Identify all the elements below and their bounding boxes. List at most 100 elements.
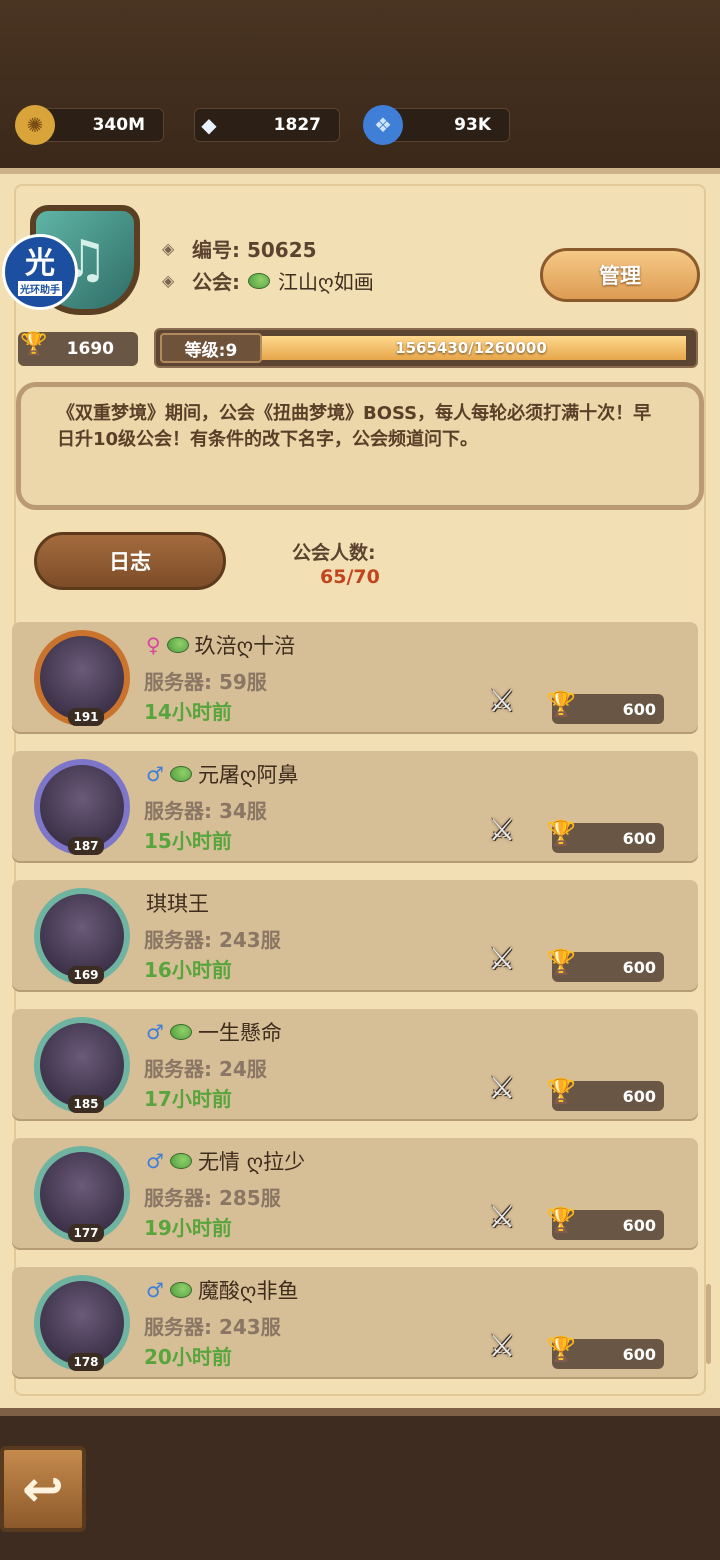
- member-score-value: 600: [622, 699, 656, 719]
- leaf-icon: [169, 1153, 192, 1169]
- guild-name: 江山ღ如画: [278, 270, 374, 294]
- member-trophy-score: 🏆 600: [546, 1077, 664, 1111]
- crossed-swords-icon: ⚔: [488, 813, 516, 848]
- member-name: 琪琪王: [146, 892, 209, 916]
- exp-text: 1565430/1260000: [395, 339, 547, 357]
- member-avatar[interactable]: 177: [34, 1146, 130, 1242]
- member-trophy-score: 🏆 600: [546, 1206, 664, 1240]
- log-button[interactable]: 日志: [34, 532, 226, 590]
- guild-name-prefix: 公会:: [192, 270, 240, 294]
- member-server: 服务器: 243服: [144, 928, 281, 952]
- bottom-bar: [0, 1408, 720, 1560]
- crossed-swords-icon: ⚔: [488, 1200, 516, 1235]
- member-name-line: ♀ 玖涪ღ十涪: [146, 630, 295, 660]
- watermark-big: 光: [25, 245, 55, 281]
- leaf-icon: [169, 766, 192, 782]
- top-bar: [0, 0, 720, 170]
- crystal-value: 93K: [454, 115, 491, 135]
- level-label: 等级:9: [160, 333, 262, 363]
- member-last-online: 14小时前: [144, 700, 232, 724]
- member-last-online: 17小时前: [144, 1087, 232, 1111]
- member-avatar[interactable]: 169: [34, 888, 130, 984]
- member-level: 191: [68, 708, 104, 726]
- member-server: 服务器: 34服: [144, 799, 267, 823]
- manage-button[interactable]: 管理: [540, 248, 700, 302]
- member-last-online: 15小时前: [144, 829, 232, 853]
- trophy-icon: 🏆: [546, 819, 576, 847]
- member-level: 178: [68, 1353, 104, 1371]
- guild-notice: 《双重梦境》期间，公会《扭曲梦境》BOSS，每人每轮必须打满十次！早日升10级公…: [16, 382, 704, 510]
- blue-crystal-icon: ❖: [363, 105, 403, 145]
- trophy-icon: 🏆: [546, 690, 576, 718]
- member-server: 服务器: 285服: [144, 1186, 281, 1210]
- member-name-line: ♂ 元屠ღ阿鼻: [146, 759, 298, 789]
- trophy-icon: 🏆: [546, 948, 576, 976]
- member-row[interactable]: 178 ♂ 魔酸ღ非鱼 服务器: 243服 20小时前 ⚔ 🏆 600: [12, 1267, 698, 1377]
- watermark-logo: 光 光环助手: [2, 234, 78, 310]
- member-last-online: 16小时前: [144, 958, 232, 982]
- member-server: 服务器: 59服: [144, 670, 267, 694]
- crossed-swords-icon: ⚔: [488, 1071, 516, 1106]
- gold-counter[interactable]: ✺ 340M: [15, 105, 164, 145]
- diamond-counter[interactable]: ◆ 1827: [194, 108, 340, 142]
- crossed-swords-icon: ⚔: [488, 1329, 516, 1364]
- bullet-icon: ◈: [162, 271, 175, 290]
- diamond-value: 1827: [273, 115, 321, 135]
- female-gender-icon: ♀: [146, 633, 161, 657]
- member-row[interactable]: 191 ♀ 玖涪ღ十涪 服务器: 59服 14小时前 ⚔ 🏆 600: [12, 622, 698, 732]
- member-name: 魔酸ღ非鱼: [197, 1279, 299, 1303]
- guild-trophy-count: 🏆 1690: [18, 332, 138, 366]
- member-row[interactable]: 177 ♂ 无情 ღ拉少 服务器: 285服 19小时前 ⚔ 🏆 600: [12, 1138, 698, 1248]
- leaf-icon: [169, 1282, 192, 1298]
- bullet-icon: ◈: [162, 239, 175, 258]
- member-score-value: 600: [622, 1086, 656, 1106]
- crossed-swords-icon: ⚔: [488, 942, 516, 977]
- male-gender-icon: ♂: [146, 1278, 164, 1302]
- member-row[interactable]: 185 ♂ 一生懸命 服务器: 24服 17小时前 ⚔ 🏆 600: [12, 1009, 698, 1119]
- member-count-label: 公会人数:: [292, 542, 376, 564]
- member-row[interactable]: 169 琪琪王 服务器: 243服 16小时前 ⚔ 🏆 600: [12, 880, 698, 990]
- member-trophy-score: 🏆 600: [546, 819, 664, 853]
- male-gender-icon: ♂: [146, 762, 164, 786]
- leaf-icon: [166, 637, 189, 653]
- member-avatar[interactable]: 191: [34, 630, 130, 726]
- guild-name-line: ◈ 公会: 江山ღ如画: [162, 266, 374, 295]
- leaf-icon: [248, 272, 270, 289]
- member-last-online: 19小时前: [144, 1216, 232, 1240]
- coin-icon: ✺: [15, 105, 55, 145]
- member-level: 177: [68, 1224, 104, 1242]
- watermark-small: 光环助手: [18, 280, 62, 296]
- member-level: 185: [68, 1095, 104, 1113]
- member-avatar[interactable]: 178: [34, 1275, 130, 1371]
- member-row[interactable]: 187 ♂ 元屠ღ阿鼻 服务器: 34服 15小时前 ⚔ 🏆 600: [12, 751, 698, 861]
- guild-level-bar: 1565430/1260000 等级:9: [154, 328, 698, 368]
- member-score-value: 600: [622, 828, 656, 848]
- member-score-value: 600: [622, 957, 656, 977]
- guild-id: 编号: 50625: [192, 238, 317, 262]
- member-name-line: ♂ 一生懸命: [146, 1017, 282, 1047]
- scrollbar[interactable]: [706, 1284, 711, 1364]
- member-name-line: 琪琪王: [146, 888, 209, 918]
- member-avatar[interactable]: 185: [34, 1017, 130, 1113]
- guild-id-line: ◈ 编号: 50625: [162, 234, 317, 263]
- trophy-icon: 🏆: [20, 332, 48, 357]
- member-last-online: 20小时前: [144, 1345, 232, 1369]
- member-server: 服务器: 24服: [144, 1057, 267, 1081]
- member-server: 服务器: 243服: [144, 1315, 281, 1339]
- member-trophy-score: 🏆 600: [546, 690, 664, 724]
- crossed-swords-icon: ⚔: [488, 684, 516, 719]
- male-gender-icon: ♂: [146, 1020, 164, 1044]
- member-name: 无情 ღ拉少: [197, 1150, 306, 1174]
- member-name: 一生懸命: [197, 1021, 282, 1045]
- back-button[interactable]: ↩: [0, 1446, 86, 1532]
- member-name-line: ♂ 魔酸ღ非鱼: [146, 1275, 298, 1305]
- guild-trophy-value: 1690: [66, 339, 114, 359]
- member-level: 187: [68, 837, 104, 855]
- trophy-icon: 🏆: [546, 1335, 576, 1363]
- member-avatar[interactable]: 187: [34, 759, 130, 855]
- crystal-counter[interactable]: ❖ 93K: [363, 105, 510, 145]
- member-score-value: 600: [622, 1344, 656, 1364]
- member-trophy-score: 🏆 600: [546, 1335, 664, 1369]
- leaf-icon: [169, 1024, 192, 1040]
- member-score-value: 600: [622, 1215, 656, 1235]
